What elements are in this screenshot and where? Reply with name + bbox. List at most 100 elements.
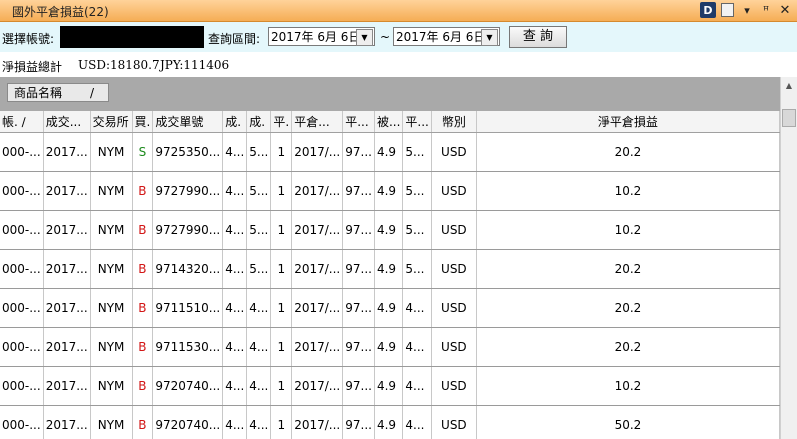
table-cell: 5... — [246, 249, 272, 289]
table-cell: 4... — [222, 171, 248, 211]
table-cell: 4... — [246, 405, 272, 439]
table-cell: 5... — [246, 132, 272, 172]
date-to-picker[interactable]: 2017年 6月 6日 ▼ — [393, 27, 500, 46]
table-cell: 2017/... — [291, 327, 344, 367]
table-cell: USD — [431, 288, 477, 328]
account-field[interactable] — [60, 26, 204, 48]
table-cell: 000-... — [0, 132, 44, 172]
table-cell: 5... — [246, 171, 272, 211]
d-app-icon[interactable]: D — [700, 2, 716, 18]
column-header[interactable]: 成交... — [43, 111, 91, 133]
table-cell: USD — [431, 405, 477, 439]
table-cell: 4... — [402, 405, 432, 439]
scroll-thumb[interactable] — [782, 109, 796, 127]
column-header[interactable]: 平... — [402, 111, 432, 133]
table-cell: NYM — [90, 249, 133, 289]
table-cell: 5... — [402, 249, 432, 289]
table-cell: 20.2 — [476, 288, 780, 328]
column-header[interactable]: 淨平倉損益 — [476, 111, 780, 133]
table-cell: 97... — [342, 288, 375, 328]
table-cell: 5... — [402, 132, 432, 172]
table-cell: 97... — [342, 249, 375, 289]
column-header[interactable]: 平... — [342, 111, 375, 133]
table-cell: 4... — [246, 327, 272, 367]
vertical-scrollbar[interactable]: ▲ — [780, 77, 797, 439]
table-cell: NYM — [90, 366, 133, 406]
table-cell: 10.2 — [476, 171, 780, 211]
table-cell: 2017... — [43, 249, 91, 289]
chevron-down-icon[interactable]: ▼ — [356, 29, 373, 46]
table-row[interactable]: 000-... 2017... NYM B 9727990... 4... 5... 1 201… — [0, 210, 780, 250]
table-cell: NYM — [90, 327, 133, 367]
table-cell: 4... — [222, 405, 248, 439]
page-icon[interactable] — [721, 3, 734, 17]
table-cell: 4.9 — [374, 171, 404, 211]
table-cell: 9711530... — [152, 327, 224, 367]
table-row[interactable]: 000-... 2017... NYM B 9711530... 4... 4... 1 201… — [0, 327, 780, 367]
table-row[interactable]: 000-... 2017... NYM B 9711510... 4... 4... 1 201… — [0, 288, 780, 328]
table-cell: B — [132, 249, 154, 289]
close-icon[interactable]: ✕ — [777, 2, 793, 18]
summary-bar: 淨損益總計 USD:18180.7 JPY:111406 — [0, 54, 797, 76]
table-cell: 1 — [270, 327, 293, 367]
table-cell: 000-... — [0, 210, 44, 250]
table-cell: 10.2 — [476, 210, 780, 250]
table-row[interactable]: 000-... 2017... NYM B 9727990... 4... 5... 1 201… — [0, 171, 780, 211]
table-cell: 2017... — [43, 210, 91, 250]
filter-bar: 選擇帳號: 查詢區間: 2017年 6月 6日 ▼ ~ 2017年 6月 6日 … — [0, 22, 797, 52]
table-cell: 5... — [402, 210, 432, 250]
query-button[interactable]: 查 詢 — [509, 26, 567, 48]
range-label: 查詢區間: — [208, 32, 261, 46]
account-label: 選擇帳號: — [2, 32, 55, 46]
chevron-down-icon[interactable]: ▾ — [739, 2, 755, 18]
table-cell: 1 — [270, 249, 293, 289]
column-header[interactable]: 成. — [222, 111, 248, 133]
table-cell: 2017/... — [291, 210, 344, 250]
column-header[interactable]: 被... — [374, 111, 404, 133]
column-header[interactable]: 成交單號 — [152, 111, 224, 133]
date-from-picker[interactable]: 2017年 6月 6日 ▼ — [268, 27, 375, 46]
table-cell: 2017/... — [291, 171, 344, 211]
column-header[interactable]: 買. — [132, 111, 154, 133]
table-cell: 2017/... — [291, 366, 344, 406]
pin-icon[interactable]: ꟸ — [758, 2, 774, 18]
column-header[interactable]: 幣別 — [431, 111, 477, 133]
table-cell: 4.9 — [374, 288, 404, 328]
table-row[interactable]: 000-... 2017... NYM B 9720740... 4... 4... 1 201… — [0, 366, 780, 406]
group-by-product-button[interactable]: 商品名稱 / — [7, 83, 109, 102]
chevron-down-icon[interactable]: ▼ — [481, 29, 498, 46]
table-row[interactable]: 000-... 2017... NYM B 9714320... 4... 5... 1 201… — [0, 249, 780, 289]
table-cell: 4... — [222, 327, 248, 367]
table-cell: 2017/... — [291, 405, 344, 439]
scroll-up-icon[interactable]: ▲ — [781, 77, 797, 94]
table-row[interactable]: 000-... 2017... NYM S 9725350... 4... 5... 1 201… — [0, 132, 780, 172]
table-cell: 4.9 — [374, 132, 404, 172]
table-cell: USD — [431, 132, 477, 172]
table-cell: B — [132, 288, 154, 328]
table-cell: 4... — [222, 210, 248, 250]
column-header[interactable]: 成. — [246, 111, 272, 133]
table-cell: 1 — [270, 405, 293, 439]
range-separator: ~ — [380, 30, 391, 44]
total-label: 淨損益總計 — [2, 60, 63, 74]
table-cell: 4.9 — [374, 210, 404, 250]
trade-table: 帳. ∕ 成交... 交易所 買. 成交單號 成. 成. 平. 平倉... 平... 被... 平..… — [0, 111, 780, 439]
table-cell: 4... — [222, 132, 248, 172]
table-cell: 9725350... — [152, 132, 224, 172]
column-header[interactable]: 平倉... — [291, 111, 344, 133]
sort-icon: / — [89, 86, 94, 100]
titlebar-icons: D ▾ ꟸ ✕ — [700, 2, 793, 18]
usd-total: USD:18180.7 — [78, 58, 160, 72]
column-header[interactable]: 平. — [270, 111, 293, 133]
table-cell: 4... — [222, 249, 248, 289]
column-header[interactable]: 帳. ∕ — [0, 111, 44, 133]
column-header[interactable]: 交易所 — [90, 111, 133, 133]
table-cell: 4... — [246, 366, 272, 406]
table-cell: 000-... — [0, 366, 44, 406]
table-cell: 9727990... — [152, 171, 224, 211]
table-row[interactable]: 000-... 2017... NYM B 9720740... 4... 4... 1 201… — [0, 405, 780, 439]
table-cell: 4.9 — [374, 327, 404, 367]
table-cell: 2017/... — [291, 288, 344, 328]
date-to-value: 2017年 6月 6日 — [396, 30, 486, 44]
table-cell: 1 — [270, 171, 293, 211]
